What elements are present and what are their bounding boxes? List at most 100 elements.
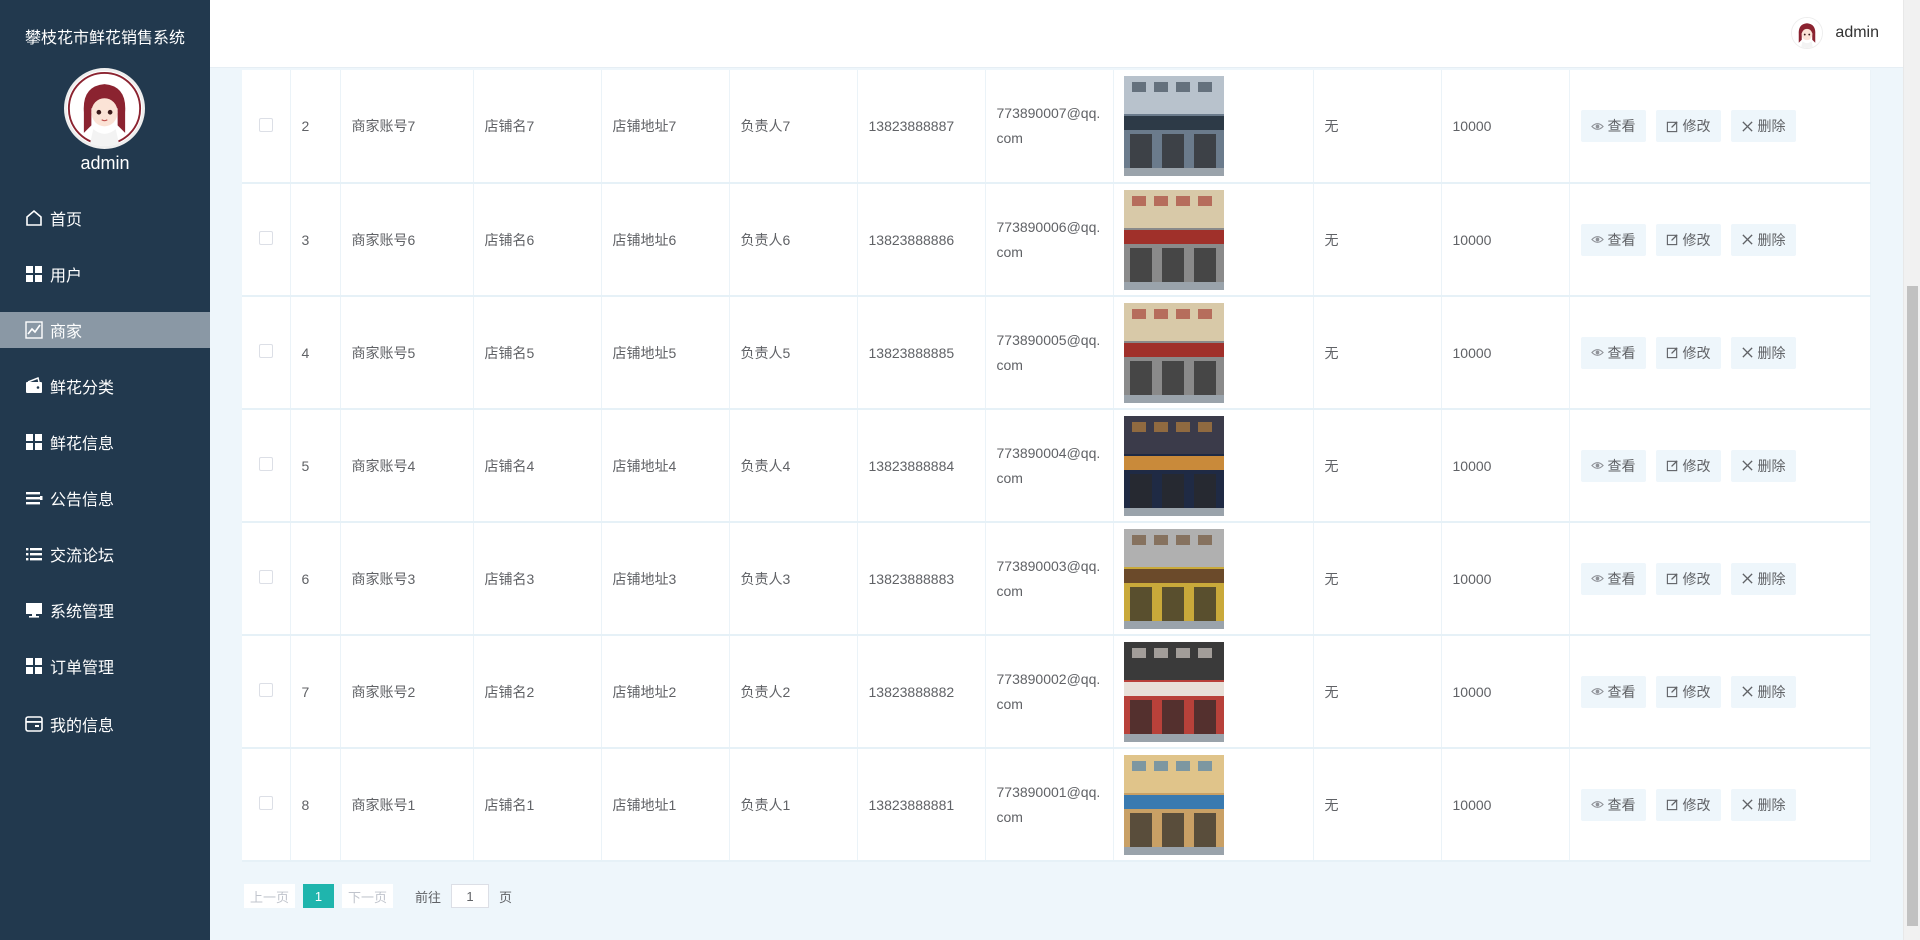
close-icon: [1741, 685, 1754, 698]
grid-icon: [24, 656, 44, 676]
cell-phone: 13823888885: [857, 296, 986, 410]
storefront-photo[interactable]: [1123, 76, 1224, 176]
eye-icon: [1590, 233, 1604, 246]
delete-label: 删除: [1757, 231, 1786, 248]
view-label: 查看: [1607, 570, 1636, 587]
delete-button[interactable]: 删除: [1730, 562, 1796, 595]
cell-owner: 负责人4: [729, 409, 858, 523]
sidebar-item-flower-category[interactable]: 鲜花分类: [0, 368, 210, 404]
next-page-button[interactable]: 下一页: [342, 884, 394, 908]
row-checkbox[interactable]: [258, 796, 273, 810]
table-row: 7 商家账号2 店铺名2 店铺地址2 负责人2 13823888882 773890002@…: [242, 635, 1871, 749]
sidebar-item-label: 订单管理: [50, 660, 115, 677]
delete-button[interactable]: 删除: [1730, 449, 1796, 482]
cell-owner: 负责人5: [729, 296, 858, 410]
cell-merchant-account: 商家账号2: [340, 635, 474, 749]
sidebar-item-announcements[interactable]: 公告信息: [0, 480, 210, 516]
row-checkbox-cell: [242, 296, 291, 410]
cell-photo: [1113, 522, 1314, 636]
avatar[interactable]: [64, 68, 145, 149]
storefront-photo[interactable]: [1123, 415, 1224, 516]
delete-button[interactable]: 删除: [1730, 675, 1796, 708]
edit-button[interactable]: 修改: [1655, 223, 1721, 256]
sidebar-item-label: 鲜花信息: [50, 436, 115, 453]
view-button[interactable]: 查看: [1580, 336, 1646, 369]
edit-label: 修改: [1682, 796, 1711, 813]
prev-page-button[interactable]: 上一页: [244, 884, 296, 908]
cell-shop-address: 店铺地址1: [601, 748, 730, 862]
row-checkbox[interactable]: [258, 344, 273, 358]
cell-amount: 10000: [1441, 748, 1570, 862]
view-button[interactable]: 查看: [1580, 110, 1646, 142]
cell-email: 773890003@qq.com: [985, 522, 1114, 636]
cell-shop-name: 店铺名2: [473, 635, 602, 749]
view-label: 查看: [1607, 231, 1636, 248]
view-button[interactable]: 查看: [1580, 223, 1646, 256]
row-checkbox[interactable]: [258, 457, 273, 471]
cell-photo: [1113, 635, 1314, 749]
sidebar-item-label: 鲜花分类: [50, 380, 115, 397]
edit-button[interactable]: 修改: [1655, 449, 1721, 482]
cell-shop-address: 店铺地址5: [601, 296, 730, 410]
storefront-photo[interactable]: [1123, 754, 1224, 855]
cell-phone: 13823888884: [857, 409, 986, 523]
storefront-photo[interactable]: [1123, 528, 1224, 629]
edit-button[interactable]: 修改: [1655, 788, 1721, 821]
sidebar-item-orders[interactable]: 订单管理: [0, 648, 210, 684]
scrollbar-thumb[interactable]: [1907, 286, 1918, 926]
vertical-scrollbar[interactable]: [1903, 0, 1920, 940]
close-icon: [1741, 233, 1754, 246]
cell-owner: 负责人2: [729, 635, 858, 749]
sidebar-item-my-info[interactable]: 我的信息: [0, 706, 210, 742]
view-button[interactable]: 查看: [1580, 562, 1646, 595]
storefront-photo[interactable]: [1123, 302, 1224, 403]
cell-email: 773890007@qq.com: [985, 70, 1114, 184]
page-number-current[interactable]: 1: [303, 884, 335, 908]
cell-index: 5: [290, 409, 341, 523]
sidebar-item-forum[interactable]: 交流论坛: [0, 536, 210, 572]
sidebar-item-users[interactable]: 用户: [0, 256, 210, 292]
goto-page-input[interactable]: [451, 884, 490, 908]
row-checkbox[interactable]: [258, 683, 273, 697]
sidebar-item-home[interactable]: 首页: [0, 200, 210, 236]
cell-actions: 查看 修改 删除: [1569, 635, 1871, 749]
cell-phone: 13823888883: [857, 522, 986, 636]
sidebar-item-system[interactable]: 系统管理: [0, 592, 210, 628]
cell-actions: 查看 修改 删除: [1569, 183, 1871, 297]
edit-button[interactable]: 修改: [1655, 562, 1721, 595]
row-checkbox[interactable]: [258, 231, 273, 245]
sidebar-item-label: 用户: [50, 268, 83, 285]
edit-button[interactable]: 修改: [1655, 110, 1721, 142]
storefront-photo[interactable]: [1123, 641, 1224, 742]
cell-note: 无: [1313, 522, 1442, 636]
sidebar-item-merchants[interactable]: 商家: [0, 312, 210, 348]
cell-owner: 负责人1: [729, 748, 858, 862]
edit-icon: [1666, 346, 1679, 359]
cell-shop-address: 店铺地址2: [601, 635, 730, 749]
delete-button[interactable]: 删除: [1730, 223, 1796, 256]
delete-button[interactable]: 删除: [1730, 788, 1796, 821]
cell-photo: [1113, 183, 1314, 297]
edit-button[interactable]: 修改: [1655, 675, 1721, 708]
view-button[interactable]: 查看: [1580, 449, 1646, 482]
view-button[interactable]: 查看: [1580, 788, 1646, 821]
cell-actions: 查看 修改 删除: [1569, 522, 1871, 636]
delete-button[interactable]: 删除: [1730, 336, 1796, 369]
edit-icon: [1666, 798, 1679, 811]
pagination: 上一页 1 下一页 前往 页: [244, 884, 512, 908]
cell-phone: 13823888881: [857, 748, 986, 862]
sidebar-item-flower-info[interactable]: 鲜花信息: [0, 424, 210, 460]
view-button[interactable]: 查看: [1580, 675, 1646, 708]
cell-shop-address: 店铺地址3: [601, 522, 730, 636]
top-user-menu[interactable]: admin: [1791, 17, 1879, 49]
storefront-photo[interactable]: [1123, 189, 1224, 290]
cell-shop-address: 店铺地址4: [601, 409, 730, 523]
edit-button[interactable]: 修改: [1655, 336, 1721, 369]
delete-button[interactable]: 删除: [1730, 110, 1796, 142]
cell-merchant-account: 商家账号4: [340, 409, 474, 523]
row-checkbox[interactable]: [258, 117, 273, 132]
grid-icon: [24, 432, 44, 452]
table-row: 4 商家账号5 店铺名5 店铺地址5 负责人5 13823888885 773890005@…: [242, 296, 1871, 410]
cell-photo: [1113, 296, 1314, 410]
row-checkbox[interactable]: [258, 570, 273, 584]
